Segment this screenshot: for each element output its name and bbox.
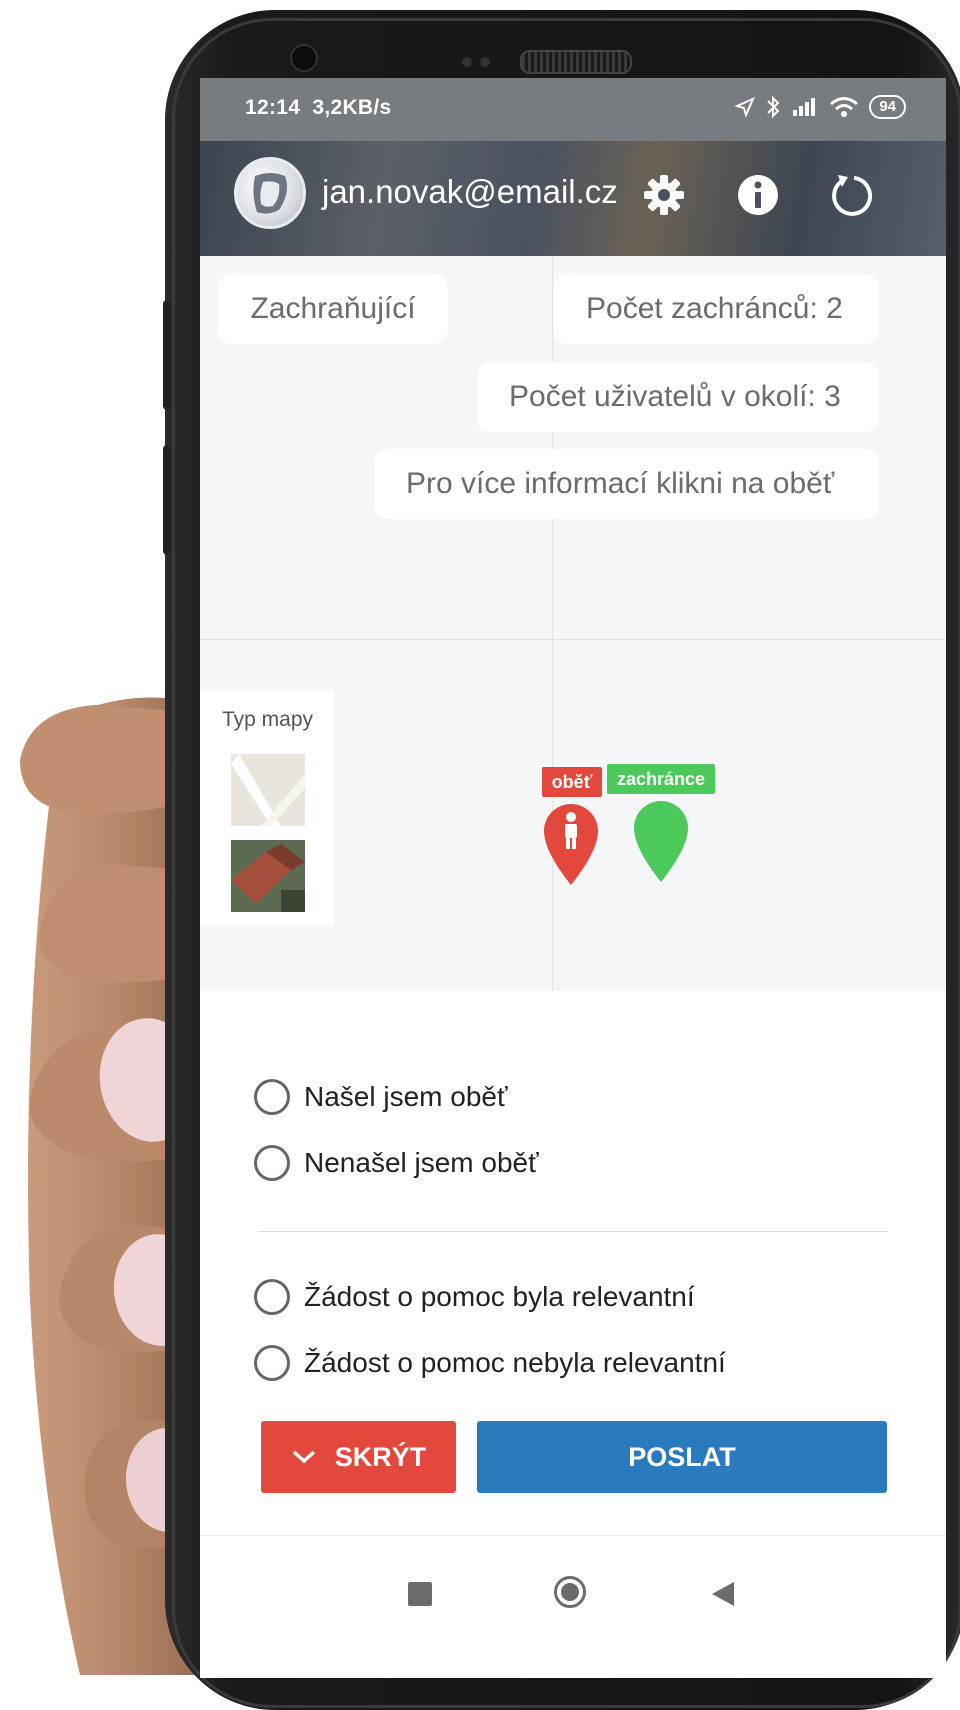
- satellite-view-thumbnail[interactable]: [231, 840, 305, 912]
- map-view[interactable]: Zachraňující Počet zachránců: 2 Počet už…: [200, 256, 946, 991]
- satellite-roof-icon: [231, 840, 305, 912]
- power-button: [163, 445, 171, 555]
- rescuers-count-badge: Počet zachránců: 2: [554, 274, 879, 344]
- status-icons: 94: [735, 92, 906, 122]
- sensor-dots: [462, 57, 472, 67]
- rescuers-count-text: Počet zachránců: 2: [586, 292, 843, 325]
- radio-label: Žádost o pomoc byla relevantní: [304, 1281, 695, 1312]
- map-road-icon: [231, 754, 305, 826]
- users-nearby-text: Počet uživatelů v okolí: 3: [509, 380, 841, 413]
- radio-request-not-relevant[interactable]: Žádost o pomoc nebyla relevantní: [254, 1342, 726, 1384]
- hide-button[interactable]: SKRÝT: [261, 1421, 456, 1493]
- send-button-label: POSLAT: [628, 1441, 736, 1472]
- radio-button[interactable]: [254, 1145, 290, 1181]
- info-hint-badge: Pro více informací klikni na oběť: [374, 449, 879, 519]
- app-header: jan.novak@email.cz: [200, 141, 946, 256]
- wifi-icon: [830, 97, 859, 117]
- victim-marker-label: oběť: [542, 767, 602, 797]
- map-view-thumbnail[interactable]: [231, 754, 305, 826]
- radio-button[interactable]: [254, 1279, 290, 1315]
- earpiece-speaker: [520, 50, 632, 74]
- role-text: Zachraňující: [250, 292, 416, 325]
- network-speed: 3,2KB/s: [312, 96, 392, 119]
- status-time: 12:14 3,2KB/s: [245, 96, 392, 120]
- divider: [258, 1231, 888, 1232]
- radio-label: Našel jsem oběť: [304, 1081, 508, 1112]
- app-logo-icon: [253, 173, 287, 214]
- send-button[interactable]: POSLAT: [477, 1421, 887, 1493]
- volume-button: [163, 300, 171, 410]
- refresh-icon[interactable]: [828, 171, 876, 219]
- radio-request-relevant[interactable]: Žádost o pomoc byla relevantní: [254, 1276, 695, 1318]
- user-email: jan.novak@email.cz: [322, 173, 618, 210]
- back-icon[interactable]: [710, 1580, 736, 1608]
- battery-indicator: 94: [869, 95, 906, 119]
- bluetooth-icon: [767, 95, 780, 119]
- radio-found-victim[interactable]: Našel jsem oběť: [254, 1076, 507, 1118]
- app-logo-avatar[interactable]: [234, 157, 306, 229]
- settings-gear-icon[interactable]: [640, 171, 688, 219]
- info-icon[interactable]: [734, 171, 782, 219]
- rescuer-marker[interactable]: [630, 798, 692, 884]
- map-type-selector: Typ mapy: [200, 690, 334, 926]
- map-type-title: Typ mapy: [222, 708, 314, 731]
- role-badge: Zachraňující: [218, 274, 448, 344]
- radio-button[interactable]: [254, 1345, 290, 1381]
- users-nearby-badge: Počet uživatelů v okolí: 3: [477, 362, 879, 432]
- clock: 12:14: [245, 96, 301, 119]
- front-camera: [290, 44, 318, 72]
- victim-label-text: oběť: [551, 772, 593, 792]
- radio-label: Žádost o pomoc nebyla relevantní: [304, 1347, 726, 1378]
- recent-apps-icon[interactable]: [408, 1582, 432, 1606]
- map-grid-line: [200, 639, 946, 640]
- radio-label: Nenašel jsem oběť: [304, 1147, 539, 1178]
- location-arrow-icon: [735, 97, 756, 117]
- signal-icon: [793, 98, 816, 116]
- radio-button[interactable]: [254, 1079, 290, 1115]
- hide-button-label: SKRÝT: [334, 1441, 427, 1472]
- system-navigation-bar: [200, 1535, 946, 1678]
- sensor-dots: [480, 57, 490, 67]
- rescuer-marker-label: zachránce: [607, 764, 715, 794]
- radio-not-found-victim[interactable]: Nenašel jsem oběť: [254, 1142, 539, 1184]
- rescuer-label-text: zachránce: [616, 769, 706, 789]
- victim-marker[interactable]: [540, 801, 602, 887]
- home-icon[interactable]: [554, 1576, 586, 1608]
- info-hint-text: Pro více informací klikni na oběť: [406, 467, 835, 500]
- chevron-down-icon: [292, 1450, 315, 1464]
- status-bar: 12:14 3,2KB/s 94: [200, 78, 946, 141]
